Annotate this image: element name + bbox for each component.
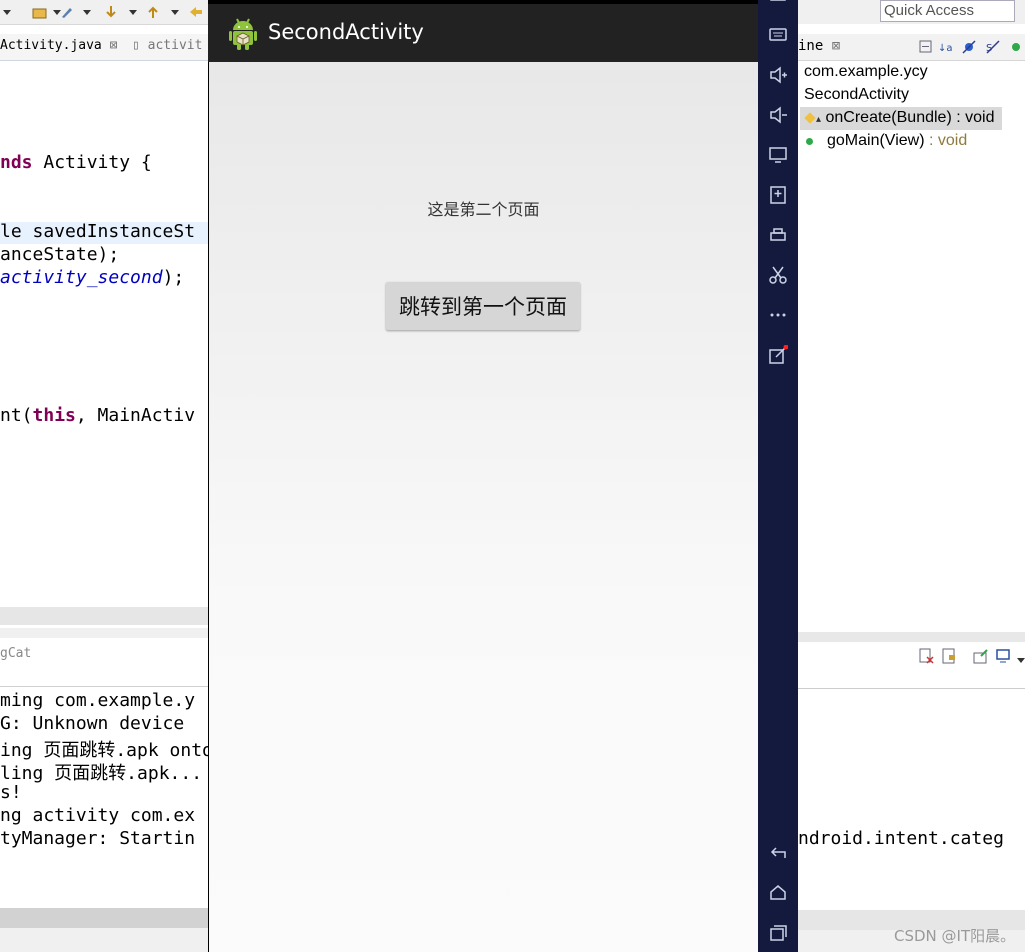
method-name: onCreate(Bundle) — [825, 109, 952, 126]
toolbar-dropdown-icon[interactable] — [168, 4, 182, 18]
public-members-icon[interactable] — [1011, 39, 1023, 58]
more-icon[interactable] — [768, 305, 788, 325]
code-text: nt( — [0, 405, 33, 426]
activity-content: 这是第二个页面 跳转到第一个页面 — [209, 62, 758, 952]
outline-tab-bar: ine ⊠ ↓a S — [798, 34, 1025, 61]
keyword: this — [32, 405, 76, 426]
pencil-icon[interactable] — [60, 4, 74, 18]
console-line: s! — [0, 782, 22, 803]
method-return: : void — [951, 109, 995, 126]
sort-icon[interactable]: ↓a — [938, 39, 954, 58]
screen-icon[interactable] — [768, 145, 788, 165]
console-line: G: Unknown device — [0, 713, 185, 734]
panel-divider[interactable] — [0, 628, 208, 638]
print-icon[interactable] — [768, 225, 788, 245]
tab-label: activit — [147, 38, 203, 53]
editor-horizontal-scrollbar[interactable] — [0, 607, 208, 625]
app-title: SecondActivity — [268, 20, 424, 44]
code-text: anceState); — [0, 244, 120, 265]
tab-label: ine — [798, 38, 824, 54]
scroll-lock-icon[interactable] — [941, 648, 957, 668]
toolbar-dropdown-icon[interactable] — [80, 4, 94, 18]
method-return: : void — [924, 132, 968, 149]
watermark-text: CSDN @IT阳晨。 — [894, 927, 1016, 945]
volume-down-icon[interactable] — [768, 105, 788, 125]
console-line: ling 页面跳转.apk... — [0, 763, 203, 784]
method-name: goMain(View) — [827, 132, 925, 149]
logcat-panel-header: gCat — [0, 640, 208, 687]
display-console-icon[interactable] — [996, 648, 1012, 668]
tab-activity-java[interactable]: Activity.java ⊠ — [0, 38, 117, 53]
keyword: nds — [0, 152, 33, 173]
pin-console-icon[interactable] — [973, 648, 989, 668]
android-app-icon — [228, 17, 258, 55]
console-line: ming com.example.y — [0, 690, 196, 711]
outline-method-gomain[interactable]: goMain(View) : void — [806, 132, 967, 150]
code-text: Activity { — [32, 152, 152, 173]
console-toolbar — [798, 642, 1025, 689]
quick-access-input[interactable]: Quick Access — [880, 0, 1015, 22]
page-label: 这是第二个页面 — [427, 200, 540, 219]
collapse-all-icon[interactable] — [919, 39, 933, 58]
hide-fields-icon[interactable] — [962, 39, 976, 58]
public-method-icon — [806, 138, 813, 145]
back-arrow-icon[interactable] — [188, 4, 202, 18]
close-icon[interactable]: ⊠ — [110, 38, 118, 53]
keyboard-icon[interactable] — [768, 25, 788, 45]
tab-label: Activity.java — [0, 38, 102, 53]
next-annotation-icon[interactable] — [104, 4, 118, 18]
emulator-side-toolbar — [758, 0, 798, 952]
quick-access-placeholder: Quick Access — [884, 2, 975, 19]
outline-method-oncreate[interactable]: ▴ onCreate(Bundle) : void — [804, 109, 995, 127]
scissors-icon[interactable] — [768, 265, 788, 285]
code-line[interactable]: nds Activity { — [0, 152, 152, 173]
field-reference: activity_second — [0, 267, 163, 288]
home-icon[interactable] — [768, 883, 788, 903]
console-line: ng activity com.ex — [0, 805, 196, 826]
code-line[interactable]: anceState); — [0, 244, 119, 265]
go-to-first-page-button[interactable]: 跳转到第一个页面 — [386, 282, 580, 330]
recents-icon[interactable] — [768, 923, 788, 943]
tab-activity-xml[interactable]: ▯ activit — [132, 38, 202, 53]
editor-tab-bar: Activity.java ⊠ ▯ activit — [0, 34, 208, 61]
protected-method-icon — [804, 112, 816, 124]
panel-divider[interactable] — [798, 632, 1025, 642]
code-line[interactable]: le savedInstanceSt — [0, 221, 195, 242]
toolbar-dropdown-icon[interactable] — [126, 4, 140, 18]
close-icon[interactable]: ⊠ — [832, 38, 840, 54]
outline-class[interactable]: SecondActivity — [804, 86, 909, 104]
toolbar-dropdown-icon[interactable] — [0, 4, 14, 18]
status-strip — [0, 928, 208, 952]
back-icon[interactable] — [768, 843, 788, 863]
hide-static-icon[interactable]: S — [986, 39, 1000, 58]
open-folder-icon[interactable] — [32, 4, 47, 19]
code-text: ); — [162, 267, 185, 288]
device-icon[interactable] — [768, 0, 788, 10]
override-marker-icon: ▴ — [816, 114, 822, 125]
file-icon: ▯ — [132, 38, 140, 53]
action-bar: SecondActivity — [208, 4, 758, 62]
console-line: ndroid.intent.categ — [798, 828, 1004, 849]
code-line[interactable]: nt(this, MainActiv — [0, 405, 195, 426]
code-text: le savedInstanceSt — [0, 221, 196, 242]
prev-annotation-icon[interactable] — [146, 4, 160, 18]
clear-console-icon[interactable] — [918, 648, 934, 668]
code-line[interactable]: activity_second); — [0, 267, 184, 288]
console-line: tyManager: Startin — [0, 828, 196, 849]
console-horizontal-scrollbar[interactable] — [0, 908, 208, 928]
tab-logcat[interactable]: gCat — [0, 646, 31, 661]
volume-up-icon[interactable] — [768, 65, 788, 85]
code-text: , MainActiv — [75, 405, 196, 426]
outline-package[interactable]: com.example.ycy — [804, 63, 928, 81]
tab-outline[interactable]: ine ⊠ — [798, 38, 840, 54]
external-icon[interactable] — [768, 344, 789, 365]
eclipse-toolbar — [0, 0, 208, 25]
svg-text:↓a: ↓a — [938, 43, 953, 54]
chevron-down-icon[interactable] — [1016, 650, 1025, 669]
install-apk-icon[interactable] — [768, 185, 788, 205]
